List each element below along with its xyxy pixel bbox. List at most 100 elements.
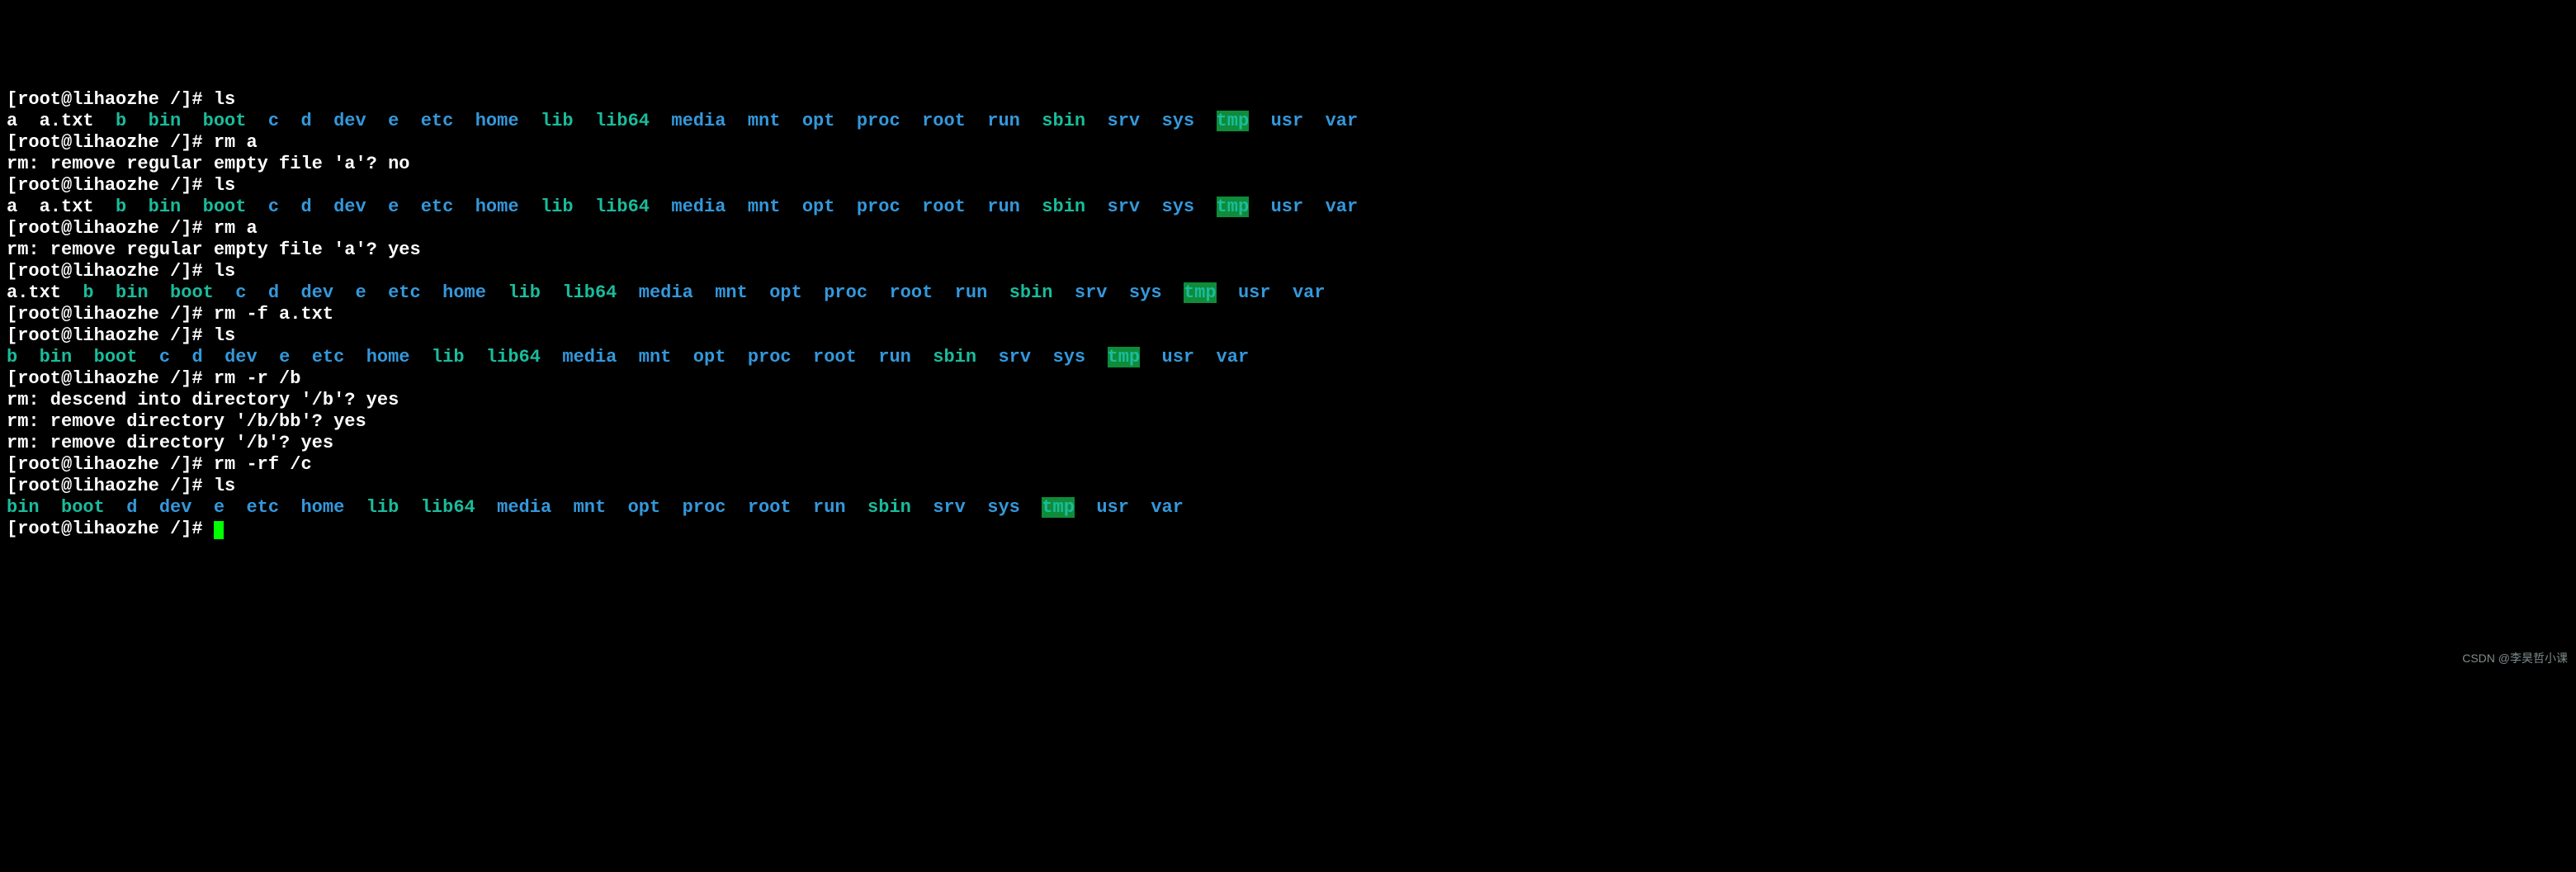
ls-entry: b xyxy=(116,197,126,217)
ls-entry: lib64 xyxy=(562,282,617,303)
watermark-text: CSDN @李昊哲小课 xyxy=(2462,647,2568,669)
ls-entry: home xyxy=(300,497,344,518)
ls-entry: run xyxy=(987,111,1020,131)
ls-entry: tmp xyxy=(1042,497,1075,518)
ls-entry: dev xyxy=(333,111,366,131)
ls-entry: dev xyxy=(333,197,366,217)
ls-entry: tmp xyxy=(1184,282,1217,303)
prompt-line[interactable]: [root@lihaozhe /]# rm a xyxy=(7,132,2569,154)
ls-entry: proc xyxy=(748,347,792,367)
ls-entry: e xyxy=(214,497,225,518)
shell-prompt: [root@lihaozhe /]# xyxy=(7,476,214,496)
ls-entry: e xyxy=(356,282,366,303)
ls-entry: root xyxy=(889,282,933,303)
ls-entry: c xyxy=(159,347,170,367)
command-text: rm a xyxy=(214,132,258,153)
ls-output-line: a a.txt b bin boot c d dev e etc home li… xyxy=(7,197,2569,218)
ls-entry: opt xyxy=(802,111,835,131)
ls-entry: srv xyxy=(998,347,1031,367)
output-line: rm: remove regular empty file 'a'? no xyxy=(7,154,2569,175)
ls-entry: root xyxy=(813,347,857,367)
ls-entry: etc xyxy=(421,111,454,131)
ls-entry: sbin xyxy=(933,347,976,367)
ls-entry: proc xyxy=(683,497,726,518)
ls-entry: sys xyxy=(987,497,1020,518)
prompt-line[interactable]: [root@lihaozhe /]# ls xyxy=(7,89,2569,111)
command-text: rm a xyxy=(214,218,258,239)
shell-prompt: [root@lihaozhe /]# xyxy=(7,261,214,282)
prompt-line[interactable]: [root@lihaozhe /]# rm a xyxy=(7,218,2569,239)
ls-entry: tmp xyxy=(1217,197,1250,217)
ls-entry: sbin xyxy=(1009,282,1053,303)
command-text: ls xyxy=(214,325,235,346)
ls-entry: a.txt xyxy=(7,282,61,303)
ls-entry: root xyxy=(922,197,966,217)
terminal-output[interactable]: [root@lihaozhe /]# lsa a.txt b bin boot … xyxy=(7,89,2569,540)
ls-entry: d xyxy=(300,197,311,217)
ls-entry: lib64 xyxy=(595,197,650,217)
prompt-line[interactable]: [root@lihaozhe /]# rm -rf /c xyxy=(7,454,2569,476)
ls-entry: mnt xyxy=(748,197,781,217)
ls-entry: b xyxy=(7,347,17,367)
ls-entry: lib xyxy=(366,497,399,518)
output-line: rm: remove directory '/b'? yes xyxy=(7,433,2569,454)
prompt-line[interactable]: [root@lihaozhe /]# ls xyxy=(7,175,2569,197)
ls-entry: home xyxy=(442,282,486,303)
ls-entry: a xyxy=(7,111,17,131)
ls-entry: dev xyxy=(300,282,333,303)
ls-entry: media xyxy=(562,347,617,367)
command-text: ls xyxy=(214,89,235,110)
ls-entry: sys xyxy=(1162,111,1195,131)
shell-prompt: [root@lihaozhe /]# xyxy=(7,368,214,389)
ls-entry: home xyxy=(475,197,519,217)
ls-entry: opt xyxy=(769,282,802,303)
ls-entry: e xyxy=(388,197,399,217)
ls-entry: proc xyxy=(824,282,867,303)
shell-prompt: [root@lihaozhe /]# xyxy=(7,175,214,196)
ls-entry: run xyxy=(878,347,911,367)
ls-entry: mnt xyxy=(715,282,748,303)
prompt-line[interactable]: [root@lihaozhe /]# ls xyxy=(7,476,2569,497)
ls-entry: b xyxy=(83,282,93,303)
ls-entry: lib xyxy=(541,111,574,131)
ls-entry: e xyxy=(388,111,399,131)
ls-entry: lib xyxy=(508,282,541,303)
ls-entry: media xyxy=(497,497,551,518)
ls-output-line: b bin boot c d dev e etc home lib lib64 … xyxy=(7,347,2569,368)
ls-entry: d xyxy=(268,282,279,303)
ls-entry: bin xyxy=(149,197,182,217)
ls-entry: boot xyxy=(61,497,105,518)
output-line: rm: descend into directory '/b'? yes xyxy=(7,390,2569,411)
ls-entry: etc xyxy=(312,347,345,367)
ls-entry: bin xyxy=(149,111,182,131)
ls-entry: a xyxy=(7,197,17,217)
ls-entry: var xyxy=(1217,347,1250,367)
ls-output-line: a a.txt b bin boot c d dev e etc home li… xyxy=(7,111,2569,132)
prompt-line[interactable]: [root@lihaozhe /]# rm -r /b xyxy=(7,368,2569,390)
ls-entry: usr xyxy=(1271,111,1304,131)
ls-entry: srv xyxy=(933,497,966,518)
prompt-line[interactable]: [root@lihaozhe /]# xyxy=(7,519,2569,540)
ls-entry: lib64 xyxy=(421,497,475,518)
ls-entry: tmp xyxy=(1108,347,1141,367)
ls-entry: srv xyxy=(1108,111,1141,131)
prompt-line[interactable]: [root@lihaozhe /]# rm -f a.txt xyxy=(7,304,2569,325)
output-line: rm: remove directory '/b/bb'? yes xyxy=(7,411,2569,433)
ls-entry: boot xyxy=(94,347,138,367)
shell-prompt: [root@lihaozhe /]# xyxy=(7,519,214,539)
ls-entry: b xyxy=(116,111,126,131)
ls-entry: bin xyxy=(40,347,73,367)
ls-entry: mnt xyxy=(574,497,607,518)
ls-entry: c xyxy=(235,282,246,303)
ls-entry: e xyxy=(279,347,290,367)
ls-entry: lib xyxy=(432,347,465,367)
ls-entry: media xyxy=(639,282,693,303)
prompt-line[interactable]: [root@lihaozhe /]# ls xyxy=(7,325,2569,347)
ls-entry: d xyxy=(191,347,202,367)
ls-entry: usr xyxy=(1162,347,1195,367)
ls-entry: etc xyxy=(246,497,279,518)
prompt-line[interactable]: [root@lihaozhe /]# ls xyxy=(7,261,2569,282)
ls-entry: boot xyxy=(203,111,247,131)
ls-entry: c xyxy=(268,111,279,131)
command-text: ls xyxy=(214,476,235,496)
